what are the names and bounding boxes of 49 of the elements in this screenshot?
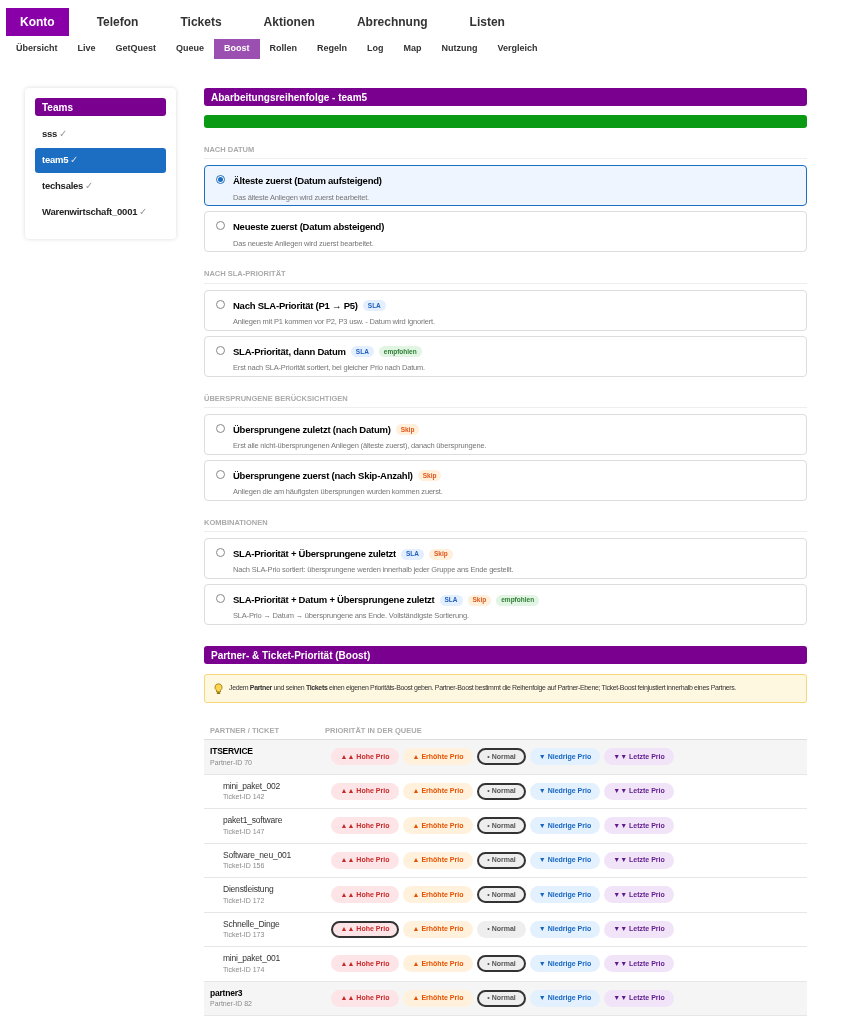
sub-tab[interactable]: Queue bbox=[166, 39, 215, 59]
team-item[interactable]: team5 ✓ bbox=[35, 148, 166, 173]
radio-button[interactable] bbox=[216, 594, 225, 603]
ticket-name: paket1_software bbox=[223, 814, 284, 827]
ticket-name: mini_paket_001 bbox=[223, 952, 282, 965]
main-tab[interactable]: Aktionen bbox=[249, 8, 329, 36]
section-header: Partner- & Ticket-Priorität (Boost) bbox=[204, 646, 807, 664]
sub-tab[interactable]: Boost bbox=[214, 39, 260, 59]
ticket-name: Dienstleistung bbox=[223, 883, 275, 896]
sub-tab[interactable]: Live bbox=[67, 39, 106, 59]
option-title: SLA-Priorität + Übersprungene zuletzt bbox=[233, 547, 397, 561]
teams-header: Teams bbox=[35, 98, 166, 116]
option-title: Nach SLA-Priorität (P1 → P5) bbox=[233, 298, 358, 313]
option-title: Übersprungene zuerst (nach Skip-Anzahl) bbox=[233, 468, 413, 483]
team-item[interactable]: sss ✓ bbox=[35, 122, 166, 147]
ticket-name: Software_neu_001 bbox=[223, 848, 292, 862]
sub-tab[interactable]: Map bbox=[393, 39, 432, 59]
partner-name: partner3 bbox=[210, 986, 244, 1000]
main-tab[interactable]: Listen bbox=[455, 8, 519, 36]
radio-button[interactable] bbox=[216, 423, 225, 433]
ticket-name: Schnelle_Dinge bbox=[223, 917, 281, 931]
option-title: Älteste zuerst (Datum aufsteigend) bbox=[233, 174, 382, 189]
team-item[interactable]: Warenwirtschaft_0001 ✓ bbox=[35, 200, 166, 225]
main-tab[interactable]: Abrechnung bbox=[342, 8, 442, 36]
option-title: SLA-Priorität + Datum + Übersprungene zuletzt bbox=[233, 593, 435, 607]
team-item[interactable]: techsales ✓ bbox=[35, 174, 166, 199]
sub-tab[interactable]: GetQuest bbox=[105, 39, 167, 59]
sub-tab[interactable]: Vergleich bbox=[487, 39, 548, 59]
radio-button[interactable] bbox=[216, 299, 225, 309]
radio-button[interactable] bbox=[216, 548, 225, 557]
radio-button[interactable] bbox=[216, 221, 225, 231]
ticket-name: mini_paket_002 bbox=[223, 779, 282, 793]
sub-tab[interactable]: Regeln bbox=[307, 39, 358, 59]
radio-button[interactable] bbox=[216, 175, 225, 185]
option-title: Neueste zuerst (Datum absteigend) bbox=[233, 220, 385, 235]
section-header: Abarbeitungsreihenfolge - team5 bbox=[204, 88, 807, 106]
main-tab[interactable]: Konto bbox=[6, 8, 69, 36]
sub-tab[interactable]: Rollen bbox=[259, 39, 308, 59]
partner-name: ITSERVICE bbox=[210, 745, 254, 758]
main-tab[interactable]: Tickets bbox=[166, 8, 236, 36]
sub-tab[interactable]: Log bbox=[357, 39, 394, 59]
main-tab[interactable]: Telefon bbox=[82, 8, 153, 36]
option-title: SLA-Priorität, dann Datum bbox=[233, 344, 346, 359]
radio-button[interactable] bbox=[216, 345, 225, 355]
lightbulb-icon bbox=[214, 682, 223, 695]
sub-tab[interactable]: Übersicht bbox=[6, 39, 68, 59]
radio-button[interactable] bbox=[216, 469, 225, 479]
option-title: Übersprungene zuletzt (nach Datum) bbox=[233, 422, 391, 437]
sub-tab[interactable]: Nutzung bbox=[431, 39, 488, 59]
